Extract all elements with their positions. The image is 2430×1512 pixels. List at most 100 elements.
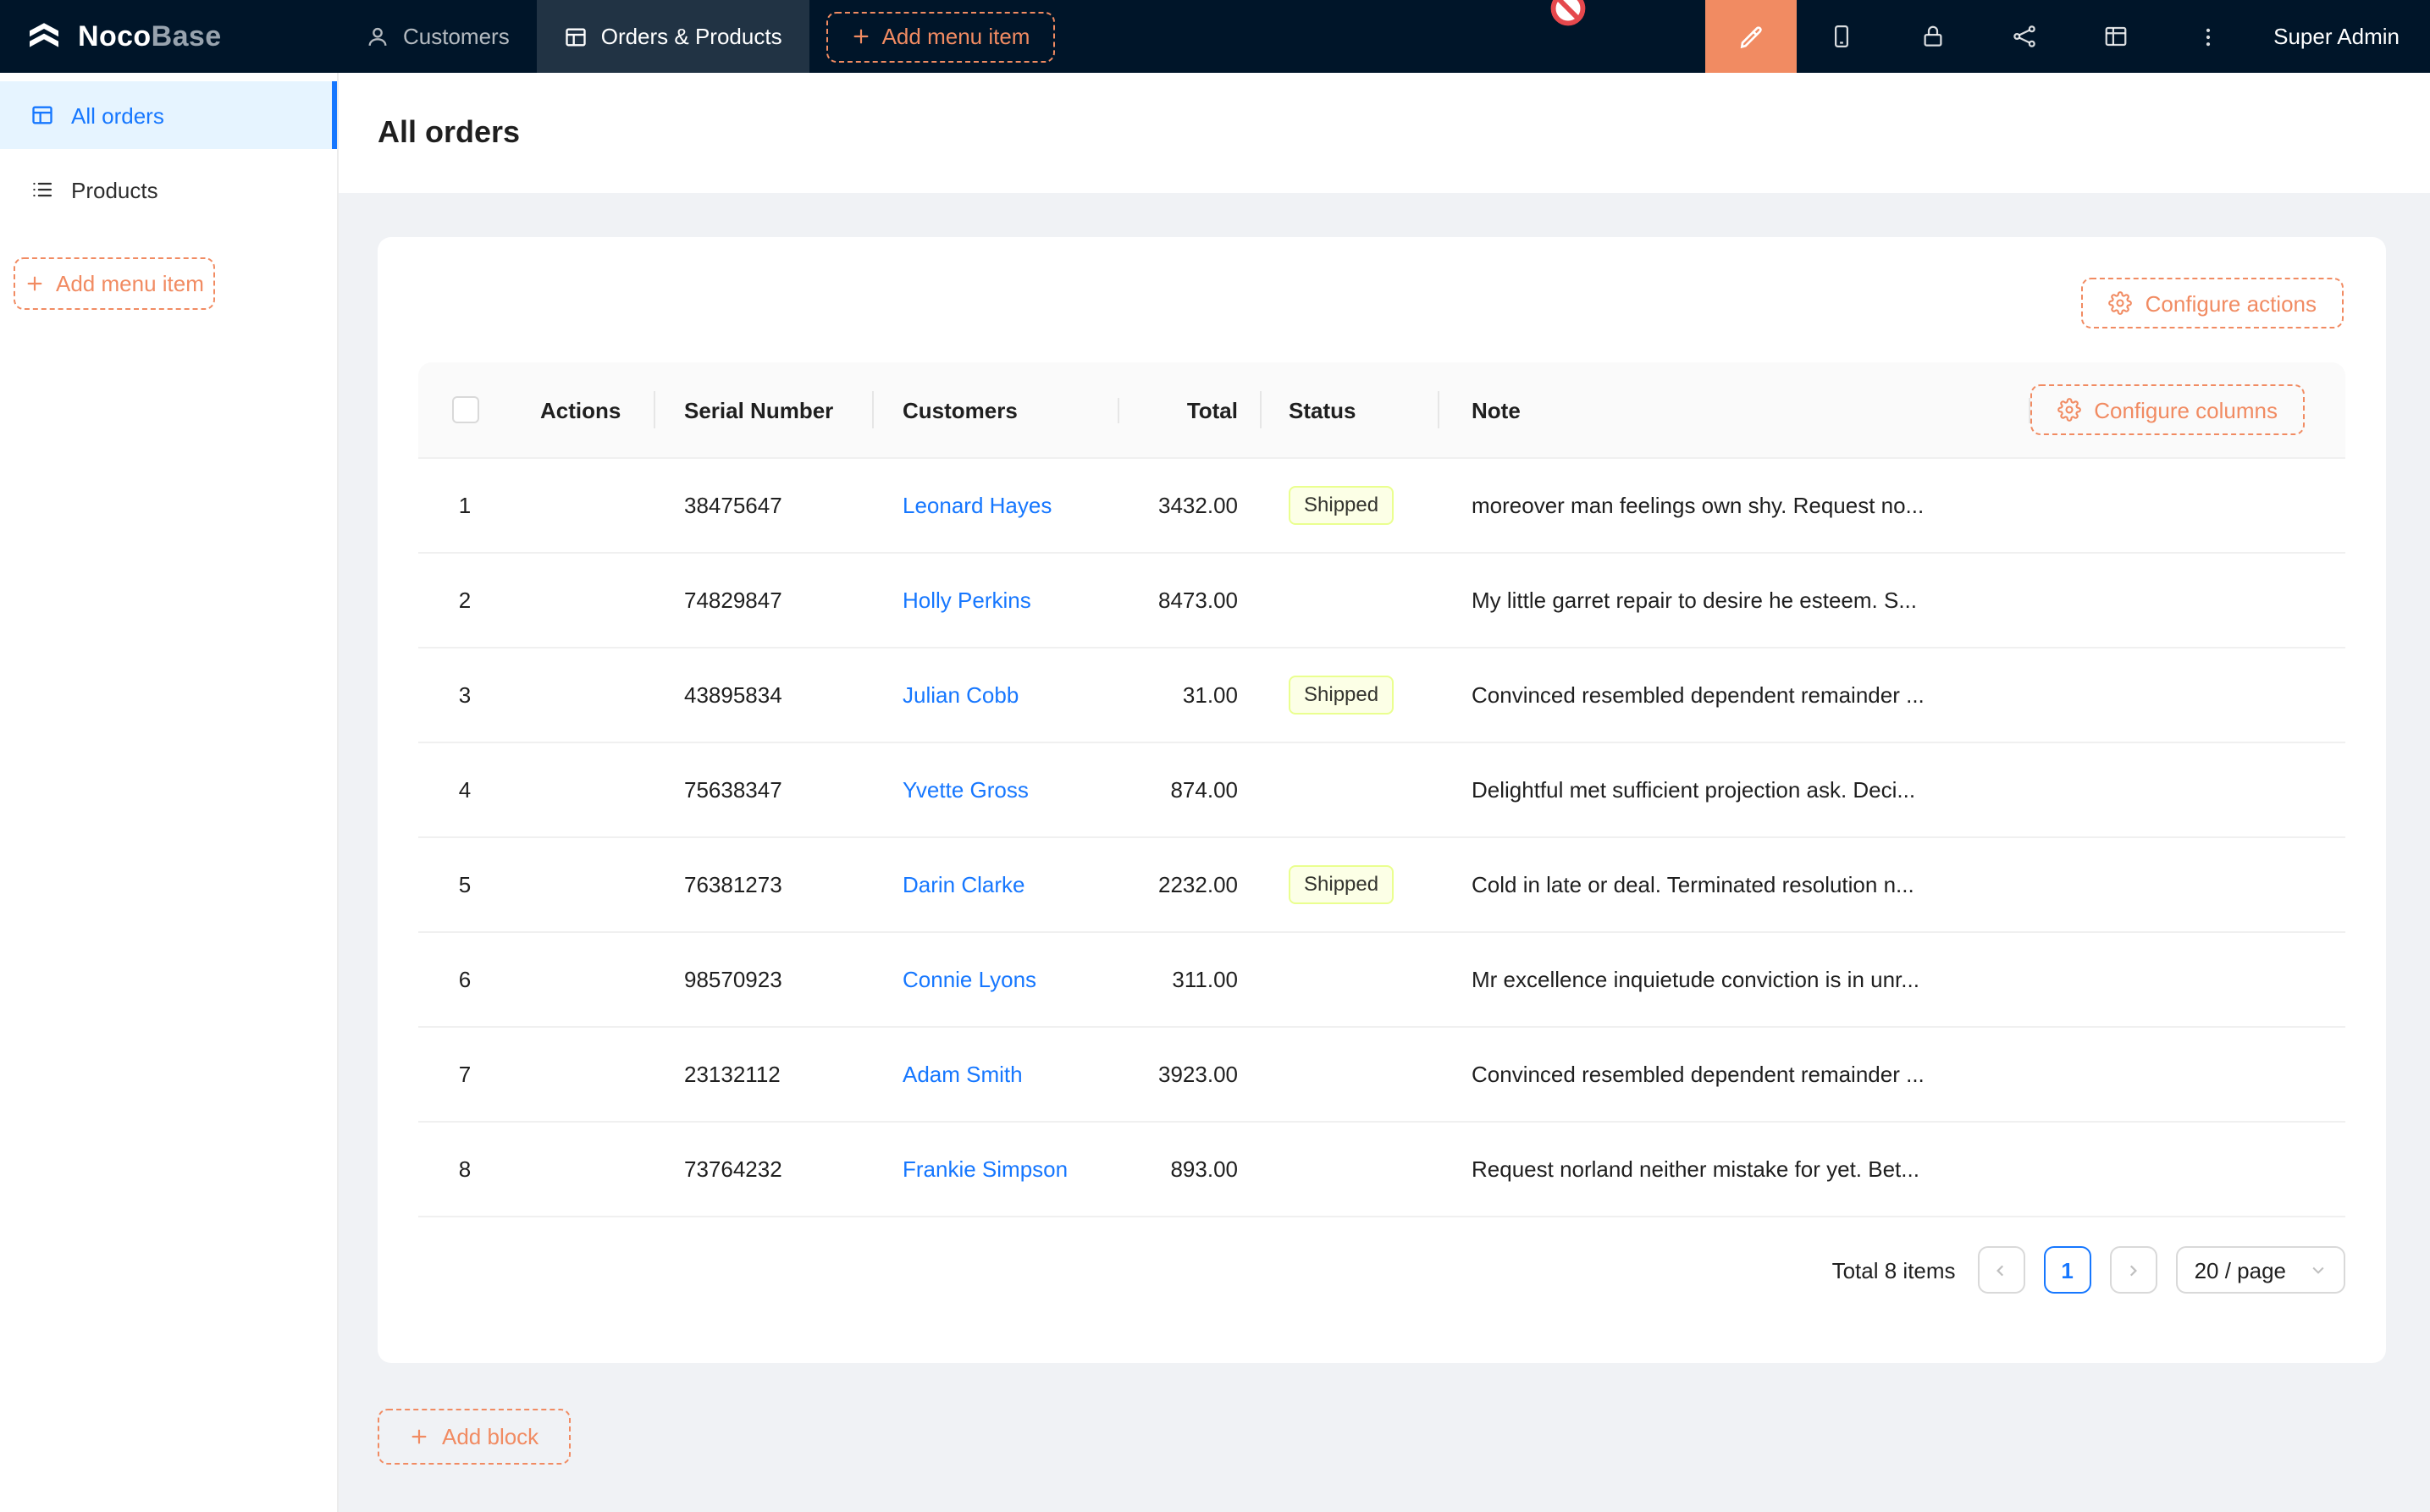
table-row: 8 73764232 Frankie Simpson 893.00 Reques… [418, 1123, 2345, 1217]
customer-cell: Darin Clarke [874, 872, 1119, 897]
mobile-icon [1829, 24, 1854, 49]
more-icon-button[interactable] [2162, 0, 2253, 73]
table-row: 5 76381273 Darin Clarke 2232.00 Shipped … [418, 838, 2345, 933]
pagination-page-1-button[interactable]: 1 [2044, 1246, 2091, 1294]
serial-number-cell: 43895834 [655, 682, 874, 708]
mobile-icon-button[interactable] [1796, 0, 1887, 73]
plus-icon [852, 27, 870, 46]
customer-link[interactable]: Yvette Gross [903, 777, 1029, 803]
pagination-next-button[interactable] [2110, 1246, 2157, 1294]
chevron-left-icon [1994, 1262, 2009, 1277]
plus-icon [25, 274, 44, 293]
select-all-checkbox[interactable] [451, 396, 478, 423]
orders-table: Actions Serial Number Customers Total St… [418, 362, 2345, 1294]
sidebar-item-products[interactable]: Products [0, 156, 337, 223]
status-cell: Shipped [1262, 676, 1439, 715]
note-cell: Convinced resembled dependent remainder … [1439, 682, 2345, 708]
table-row: 6 98570923 Connie Lyons 311.00 Mr excell… [418, 933, 2345, 1028]
pagination-prev-button[interactable] [1978, 1246, 2025, 1294]
note-cell: Delightful met sufficient projection ask… [1439, 777, 2345, 803]
layout-icon-button[interactable] [2070, 0, 2162, 73]
block-toolbar: Configure actions [378, 237, 2386, 328]
column-header-serial-number: Serial Number [655, 397, 874, 422]
row-index: 1 [459, 493, 471, 518]
serial-number-cell: 38475647 [655, 493, 874, 518]
api-graph-icon [2012, 24, 2037, 49]
customer-link[interactable]: Connie Lyons [903, 967, 1036, 992]
nav-item-label: Customers [403, 24, 510, 49]
serial-number-cell: 73764232 [655, 1156, 874, 1182]
status-tag: Shipped [1289, 676, 1394, 715]
api-graph-icon-button[interactable] [1979, 0, 2070, 73]
nav-item-label: Orders & Products [601, 24, 782, 49]
customer-link[interactable]: Frankie Simpson [903, 1156, 1068, 1182]
table-body: 1 38475647 Leonard Hayes 3432.00 Shipped… [418, 459, 2345, 1217]
ui-editor-button[interactable] [1704, 0, 1796, 73]
column-header-customers: Customers [874, 397, 1119, 422]
customer-link[interactable]: Holly Perkins [903, 588, 1031, 613]
orders-table-block: Configure actions Actions Serial Number … [378, 237, 2386, 1363]
total-cell: 893.00 [1119, 1156, 1262, 1182]
customer-cell: Connie Lyons [874, 967, 1119, 992]
page-size-select[interactable]: 20 / page [2176, 1246, 2345, 1294]
row-index: 5 [459, 872, 471, 897]
nav-item-orders-products[interactable]: Orders & Products [537, 0, 809, 73]
page-title: All orders [378, 115, 520, 151]
customer-link[interactable]: Adam Smith [903, 1062, 1023, 1087]
table-row: 1 38475647 Leonard Hayes 3432.00 Shipped… [418, 459, 2345, 554]
serial-number-cell: 75638347 [655, 777, 874, 803]
note-cell: moreover man feelings own shy. Request n… [1439, 493, 2345, 518]
gear-icon [2057, 398, 2080, 422]
navbar-add-menu-item-button[interactable]: Add menu item [826, 11, 1056, 62]
blocked-cursor-icon [1549, 0, 1587, 27]
row-index-cell: 3 [418, 682, 511, 708]
content-area: Configure actions Actions Serial Number … [339, 193, 2430, 1465]
table-row: 3 43895834 Julian Cobb 31.00 Shipped Con… [418, 648, 2345, 743]
lock-icon-button[interactable] [1887, 0, 1979, 73]
customer-cell: Frankie Simpson [874, 1156, 1119, 1182]
nocobase-logo-icon [24, 16, 64, 57]
pagination: Total 8 items 1 20 / page [418, 1246, 2345, 1294]
row-index-cell: 8 [418, 1156, 511, 1182]
status-cell: Shipped [1262, 865, 1439, 904]
sidebar-item-all-orders[interactable]: All orders [0, 81, 337, 149]
table-row: 2 74829847 Holly Perkins 8473.00 My litt… [418, 554, 2345, 648]
customer-link[interactable]: Julian Cobb [903, 682, 1019, 708]
customer-cell: Adam Smith [874, 1062, 1119, 1087]
row-index: 4 [459, 777, 471, 803]
pagination-total: Total 8 items [1832, 1257, 1956, 1283]
total-cell: 874.00 [1119, 777, 1262, 803]
sidebar-add-menu-item-button[interactable]: Add menu item [14, 257, 216, 310]
customer-cell: Leonard Hayes [874, 493, 1119, 518]
add-block-button[interactable]: Add block [378, 1409, 571, 1465]
row-index: 3 [459, 682, 471, 708]
add-menu-item-label: Add menu item [882, 24, 1030, 49]
status-tag: Shipped [1289, 865, 1394, 904]
note-cell: Request norland neither mistake for yet.… [1439, 1156, 2345, 1182]
serial-number-cell: 76381273 [655, 872, 874, 897]
row-index: 7 [459, 1062, 471, 1087]
column-header-actions: Actions [511, 397, 655, 422]
customer-link[interactable]: Leonard Hayes [903, 493, 1052, 518]
note-cell: My little garret repair to desire he est… [1439, 588, 2345, 613]
row-index-cell: 7 [418, 1062, 511, 1087]
plus-icon [410, 1427, 428, 1446]
row-index-cell: 4 [418, 777, 511, 803]
table-header-row: Actions Serial Number Customers Total St… [418, 362, 2345, 459]
select-all-cell [418, 396, 511, 423]
row-index-cell: 1 [418, 493, 511, 518]
add-menu-item-label: Add menu item [56, 271, 204, 296]
configure-columns-label: Configure columns [2094, 397, 2278, 422]
nocobase-logo[interactable]: NocoBase [0, 16, 339, 57]
gear-icon [2108, 291, 2132, 315]
sidebar: All orders Products Add menu item [0, 73, 339, 1512]
user-menu[interactable]: Super Admin [2253, 24, 2430, 49]
configure-actions-button[interactable]: Configure actions [2081, 278, 2344, 328]
customer-cell: Holly Perkins [874, 588, 1119, 613]
add-block-label: Add block [442, 1424, 538, 1449]
table-row: 7 23132112 Adam Smith 3923.00 Convinced … [418, 1028, 2345, 1123]
nav-item-customers[interactable]: Customers [339, 0, 537, 73]
customer-cell: Yvette Gross [874, 777, 1119, 803]
customer-link[interactable]: Darin Clarke [903, 872, 1025, 897]
configure-columns-button[interactable]: Configure columns [2030, 384, 2305, 435]
